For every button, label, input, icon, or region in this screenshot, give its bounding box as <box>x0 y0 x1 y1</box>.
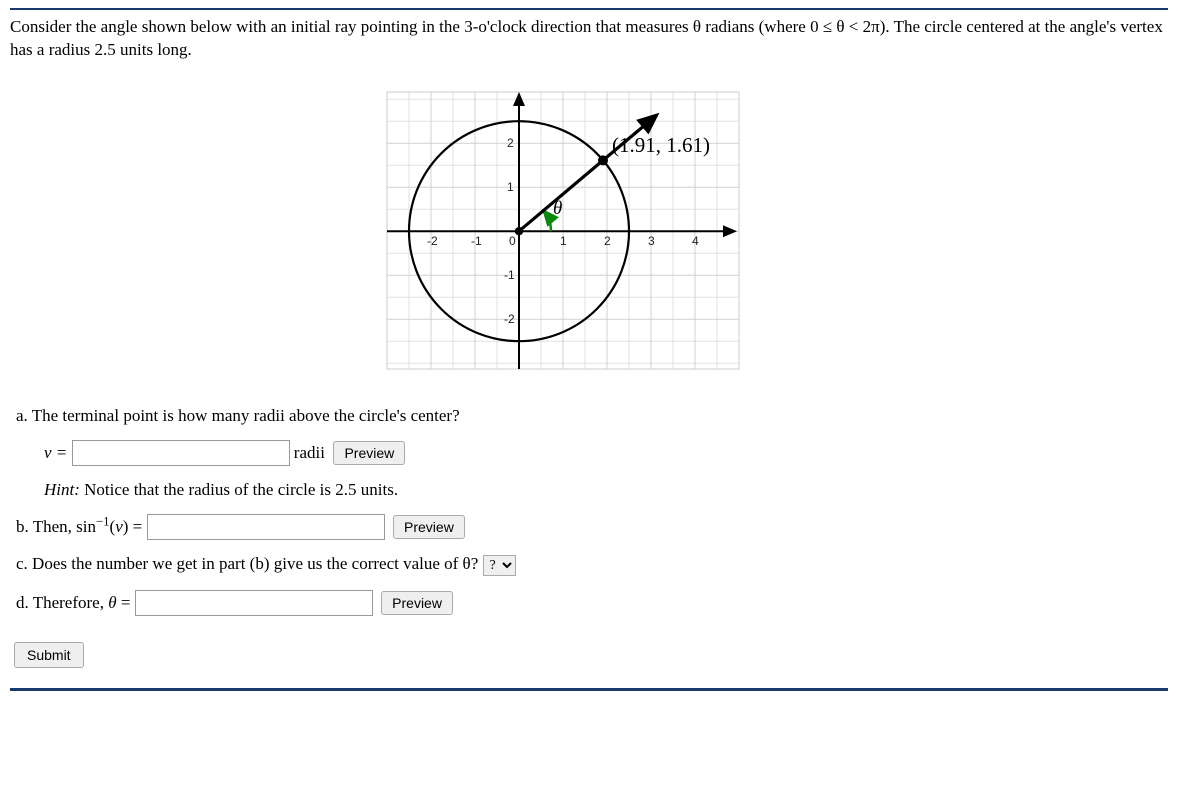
hint-text: Notice that the radius of the circle is … <box>84 480 398 499</box>
preview-b-button[interactable]: Preview <box>393 515 465 539</box>
unit-radii: radii <box>294 443 325 462</box>
question-c-text: c. Does the number we get in part (b) gi… <box>16 554 478 573</box>
xtick-neg1: -1 <box>471 234 482 248</box>
xtick-neg2: -2 <box>427 234 438 248</box>
question-c: c. Does the number we get in part (b) gi… <box>16 554 1168 576</box>
question-d: d. Therefore, θ = Preview <box>16 590 1168 616</box>
question-a: a. The terminal point is how many radii … <box>16 406 1168 500</box>
ytick-neg2: -2 <box>504 312 515 326</box>
ytick-neg1: -1 <box>504 268 515 282</box>
hint-label: Hint: <box>44 480 80 499</box>
terminal-point-label: (1.91, 1.61) <box>612 133 710 157</box>
xtick-2: 2 <box>604 234 611 248</box>
answer-c-select[interactable]: ? <box>483 555 516 576</box>
question-d-label: d. Therefore, θ = <box>16 593 135 612</box>
question-b-label: b. Then, sin−1(v) = <box>16 517 147 536</box>
top-rule <box>10 8 1168 10</box>
answer-d-input[interactable] <box>135 590 373 616</box>
bottom-rule <box>10 688 1168 691</box>
preview-a-button[interactable]: Preview <box>333 441 405 465</box>
xtick-1: 1 <box>560 234 567 248</box>
xtick-4: 4 <box>692 234 699 248</box>
submit-button[interactable]: Submit <box>14 642 84 668</box>
answer-a-input[interactable] <box>72 440 290 466</box>
theta-label: θ <box>553 198 562 219</box>
ytick-1: 1 <box>507 180 514 194</box>
angle-diagram: -2 -1 0 1 2 3 4 2 1 -1 -2 θ (1.91, 1.61) <box>10 72 1168 392</box>
question-b: b. Then, sin−1(v) = Preview <box>16 514 1168 540</box>
xtick-0: 0 <box>509 234 516 248</box>
var-v-label: v = <box>44 443 67 462</box>
xtick-3: 3 <box>648 234 655 248</box>
question-a-text: a. The terminal point is how many radii … <box>16 406 1168 426</box>
preview-d-button[interactable]: Preview <box>381 591 453 615</box>
answer-b-input[interactable] <box>147 514 385 540</box>
intro-text: Consider the angle shown below with an i… <box>10 16 1168 62</box>
ytick-2: 2 <box>507 136 514 150</box>
